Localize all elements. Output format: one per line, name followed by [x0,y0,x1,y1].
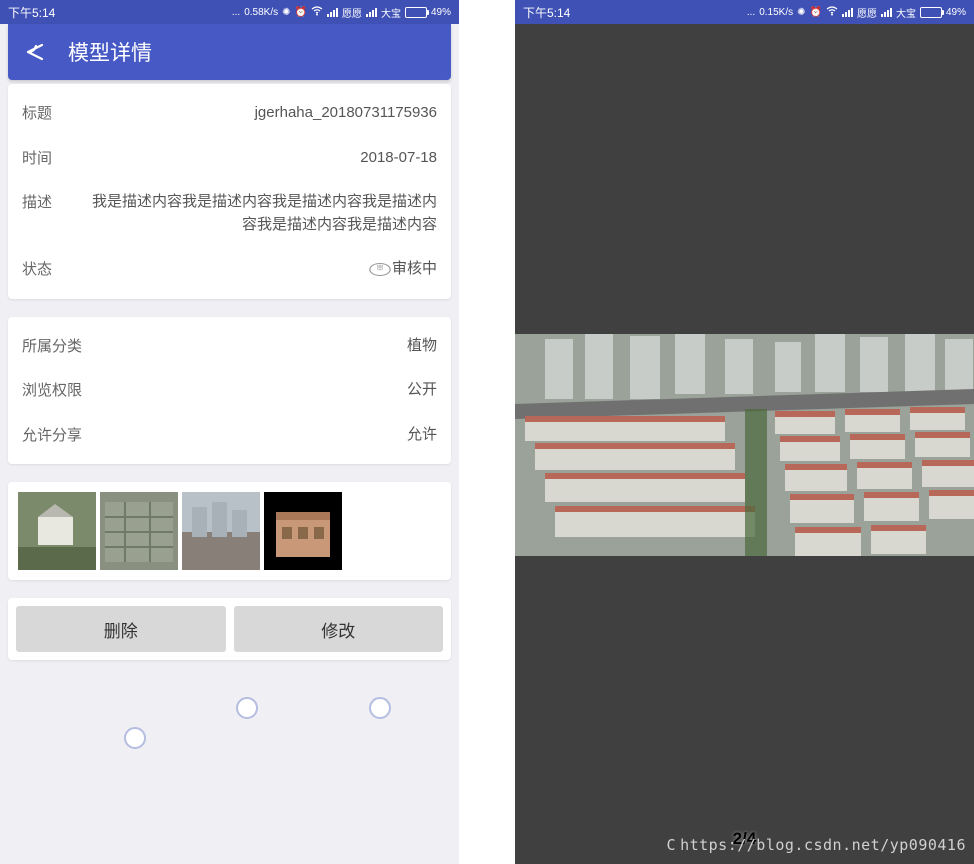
wifi-icon [826,6,838,19]
title-label: 标题 [22,102,52,123]
share-value: 允许 [407,424,437,447]
status-label: 状态 [22,258,52,279]
row-desc: 描述 我是描述内容我是描述内容我是描述内容我是描述内容我是描述内容我是描述内容 [22,191,437,236]
alarm-icon: ⏰ [810,7,822,18]
time-label: 时间 [22,147,52,168]
phone-right: 下午5:14 ... 0.15K/s ✺ ⏰ 愿愿 大宝 49% [515,0,974,864]
dnd-icon: ✺ [282,7,290,18]
review-badge-icon: 审 [369,263,391,276]
watermark: Chttps://blog.csdn.net/yp090416 [667,836,966,854]
battery-pct-right: 49% [946,7,966,18]
status-time: 下午5:14 [8,4,55,21]
battery-pct: 49% [431,7,451,18]
perm-label: 浏览权限 [22,379,82,400]
signal-icon-2 [366,7,377,17]
status-time-right: 下午5:14 [523,4,570,21]
decor-circle-3 [124,727,146,749]
carrier-1-right: 愿愿 [857,5,877,20]
app-header: 模型详情 [8,24,451,80]
decor-circle-2 [369,697,391,719]
battery-icon [920,7,942,18]
alarm-icon: ⏰ [295,7,307,18]
row-time: 时间 2018-07-18 [22,147,437,170]
desc-label: 描述 [22,191,52,212]
row-title: 标题 jgerhaha_20180731175936 [22,102,437,125]
status-bar-right: 下午5:14 ... 0.15K/s ✺ ⏰ 愿愿 大宝 49% [515,0,974,24]
buttons-card: 删除 修改 [8,598,451,660]
row-share: 允许分享 允许 [22,424,437,447]
content: 标题 jgerhaha_20180731175936 时间 2018-07-18… [0,84,459,660]
row-status: 状态 审 审核中 [22,258,437,281]
info-card: 标题 jgerhaha_20180731175936 时间 2018-07-18… [8,84,451,299]
share-label: 允许分享 [22,424,82,445]
carrier-2-right: 大宝 [896,5,916,20]
thumbnails [18,492,441,570]
battery-icon [405,7,427,18]
csdn-icon: C [667,836,677,854]
thumbnail-2[interactable] [100,492,178,570]
carrier-2: 大宝 [381,5,401,20]
category-label: 所属分类 [22,335,82,356]
signal-icon-2 [881,7,892,17]
meta-card: 所属分类 植物 浏览权限 公开 允许分享 允许 [8,317,451,465]
row-perm: 浏览权限 公开 [22,379,437,402]
page-title: 模型详情 [68,37,152,67]
decor-circle-1 [236,697,258,719]
thumbnails-card [8,482,451,580]
category-value: 植物 [407,335,437,358]
signal-icon-1 [327,7,338,17]
phone-left: 下午5:14 ... 0.58K/s ✺ ⏰ 愿愿 大宝 49% 模型详情 标题 [0,0,459,864]
thumbnail-4[interactable] [264,492,342,570]
perm-value: 公开 [407,379,437,402]
delete-button[interactable]: 删除 [16,606,226,652]
row-category: 所属分类 植物 [22,335,437,358]
dnd-icon: ✺ [797,7,805,18]
status-value-wrap: 审 审核中 [371,258,437,281]
signal-icon-1 [842,7,853,17]
desc-value: 我是描述内容我是描述内容我是描述内容我是描述内容我是描述内容我是描述内容 [82,191,437,236]
thumbnail-1[interactable] [18,492,96,570]
carrier-1: 愿愿 [342,5,362,20]
status-indicators-right: ... 0.15K/s ✺ ⏰ 愿愿 大宝 49% [747,5,966,20]
back-icon[interactable] [20,37,50,67]
status-value: 审核中 [392,258,437,281]
thumbnail-3[interactable] [182,492,260,570]
net-speed-right: 0.15K/s [759,7,793,18]
status-indicators: ... 0.58K/s ✺ ⏰ 愿愿 大宝 49% [232,5,451,20]
image-viewer[interactable] [515,334,974,556]
net-speed: 0.58K/s [244,7,278,18]
time-value: 2018-07-18 [360,147,437,170]
title-value: jgerhaha_20180731175936 [255,102,437,125]
wifi-icon [311,6,323,19]
watermark-text: https://blog.csdn.net/yp090416 [680,836,966,854]
status-bar: 下午5:14 ... 0.58K/s ✺ ⏰ 愿愿 大宝 49% [0,0,459,24]
edit-button[interactable]: 修改 [234,606,444,652]
